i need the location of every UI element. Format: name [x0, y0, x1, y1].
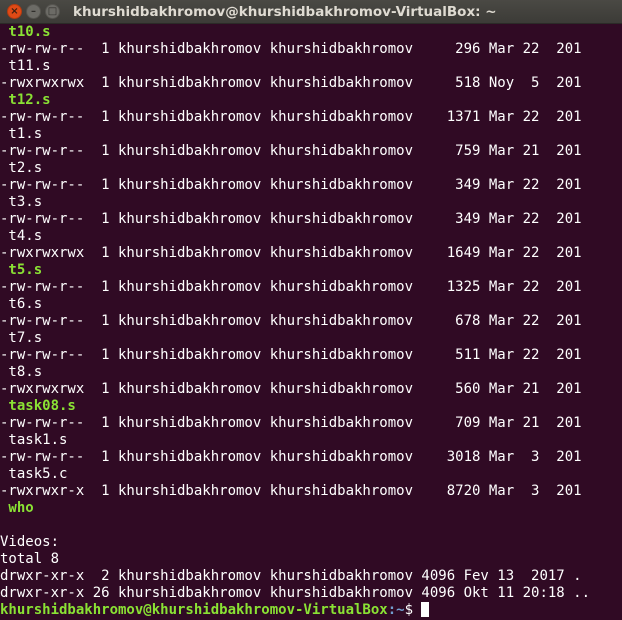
line-text: -rw-rw-r-- 1 khurshidbakhromov khurshidb…	[0, 41, 582, 57]
terminal-line: t7.s	[0, 330, 622, 347]
line-text: t11.s	[0, 58, 51, 74]
terminal-window: × – □ khurshidbakhromov@khurshidbakhromo…	[0, 0, 622, 620]
terminal-line: -rw-rw-r-- 1 khurshidbakhromov khurshidb…	[0, 415, 622, 432]
terminal-line: who	[0, 500, 622, 517]
terminal-line: t5.s	[0, 262, 622, 279]
terminal-line: -rwxrwxrwx 1 khurshidbakhromov khurshidb…	[0, 381, 622, 398]
text-cursor	[421, 602, 430, 617]
line-text: t7.s	[0, 330, 43, 346]
title-bar[interactable]: × – □ khurshidbakhromov@khurshidbakhromo…	[0, 0, 622, 24]
line-text: -rw-rw-r-- 1 khurshidbakhromov khurshidb…	[0, 279, 582, 295]
line-text: -rw-rw-r-- 1 khurshidbakhromov khurshidb…	[0, 415, 582, 431]
line-text: -rw-rw-r-- 1 khurshidbakhromov khurshidb…	[0, 177, 582, 193]
prompt-symbol: $	[404, 602, 422, 618]
terminal-line: -rw-rw-r-- 1 khurshidbakhromov khurshidb…	[0, 109, 622, 126]
window-controls: × – □	[7, 4, 60, 19]
window-title: khurshidbakhromov@khurshidbakhromov-Virt…	[73, 4, 497, 20]
line-text: -rw-rw-r-- 1 khurshidbakhromov khurshidb…	[0, 347, 582, 363]
terminal-line: task5.c	[0, 466, 622, 483]
terminal-line: t1.s	[0, 126, 622, 143]
terminal-output[interactable]: t10.s -rw-rw-r-- 1 khurshidbakhromov khur…	[0, 24, 622, 620]
line-text: -rw-rw-r-- 1 khurshidbakhromov khurshidb…	[0, 449, 582, 465]
terminal-line: -rwxrwxr-x 1 khurshidbakhromov khurshidb…	[0, 483, 622, 500]
terminal-line: t10.s	[0, 24, 622, 41]
line-text: -rwxrwxrwx 1 khurshidbakhromov khurshidb…	[0, 381, 582, 397]
terminal-line: Videos:	[0, 534, 622, 551]
line-text: task5.c	[0, 466, 68, 482]
terminal-line: task1.s	[0, 432, 622, 449]
terminal-line: -rwxrwxrwx 1 khurshidbakhromov khurshidb…	[0, 75, 622, 92]
terminal-line: t3.s	[0, 194, 622, 211]
terminal-line: drwxr-xr-x 2 khurshidbakhromov khurshidb…	[0, 568, 622, 585]
line-text: t2.s	[0, 160, 43, 176]
line-text: drwxr-xr-x 26 khurshidbakhromov khurshid…	[0, 585, 591, 601]
terminal-line: -rw-rw-r-- 1 khurshidbakhromov khurshidb…	[0, 41, 622, 58]
line-text: total 8	[0, 551, 60, 567]
terminal-line: t4.s	[0, 228, 622, 245]
terminal-line: -rw-rw-r-- 1 khurshidbakhromov khurshidb…	[0, 211, 622, 228]
close-button[interactable]: ×	[7, 4, 22, 19]
line-text: t4.s	[0, 228, 43, 244]
terminal-line: -rw-rw-r-- 1 khurshidbakhromov khurshidb…	[0, 279, 622, 296]
line-text: drwxr-xr-x 2 khurshidbakhromov khurshidb…	[0, 568, 582, 584]
line-text: t1.s	[0, 126, 43, 142]
prompt-user-host: khurshidbakhromov@khurshidbakhromov-Virt…	[0, 602, 388, 618]
terminal-line: -rw-rw-r-- 1 khurshidbakhromov khurshidb…	[0, 449, 622, 466]
prompt-path: :~	[387, 602, 405, 618]
terminal-line: task08.s	[0, 398, 622, 415]
terminal-line: t2.s	[0, 160, 622, 177]
minimize-button[interactable]: –	[26, 4, 41, 19]
line-text: t3.s	[0, 194, 43, 210]
line-text: t8.s	[0, 364, 43, 380]
line-text: -rw-rw-r-- 1 khurshidbakhromov khurshidb…	[0, 211, 582, 227]
terminal-line: t6.s	[0, 296, 622, 313]
line-text: -rwxrwxr-x 1 khurshidbakhromov khurshidb…	[0, 483, 582, 499]
executable-file-name: t12.s	[0, 92, 51, 108]
terminal-line: -rw-rw-r-- 1 khurshidbakhromov khurshidb…	[0, 177, 622, 194]
terminal-line: t11.s	[0, 58, 622, 75]
prompt-line[interactable]: khurshidbakhromov@khurshidbakhromov-Virt…	[0, 602, 622, 619]
terminal-line: -rw-rw-r-- 1 khurshidbakhromov khurshidb…	[0, 347, 622, 364]
executable-file-name: task08.s	[0, 398, 76, 414]
executable-file-name: t5.s	[0, 262, 43, 278]
terminal-line: total 8	[0, 551, 622, 568]
terminal-line: t8.s	[0, 364, 622, 381]
maximize-button[interactable]: □	[45, 4, 60, 19]
line-text: -rw-rw-r-- 1 khurshidbakhromov khurshidb…	[0, 313, 582, 329]
line-text: Videos:	[0, 534, 60, 550]
line-text: t6.s	[0, 296, 43, 312]
terminal-line: -rw-rw-r-- 1 khurshidbakhromov khurshidb…	[0, 143, 622, 160]
line-text: task1.s	[0, 432, 68, 448]
terminal-line: t12.s	[0, 92, 622, 109]
line-text: -rwxrwxrwx 1 khurshidbakhromov khurshidb…	[0, 245, 582, 261]
executable-file-name: t10.s	[0, 24, 51, 40]
line-text: -rw-rw-r-- 1 khurshidbakhromov khurshidb…	[0, 109, 582, 125]
line-text: -rw-rw-r-- 1 khurshidbakhromov khurshidb…	[0, 143, 582, 159]
line-text: -rwxrwxrwx 1 khurshidbakhromov khurshidb…	[0, 75, 582, 91]
terminal-line: drwxr-xr-x 26 khurshidbakhromov khurshid…	[0, 585, 622, 602]
terminal-line: -rw-rw-r-- 1 khurshidbakhromov khurshidb…	[0, 313, 622, 330]
terminal-line: -rwxrwxrwx 1 khurshidbakhromov khurshidb…	[0, 245, 622, 262]
executable-file-name: who	[0, 500, 34, 516]
